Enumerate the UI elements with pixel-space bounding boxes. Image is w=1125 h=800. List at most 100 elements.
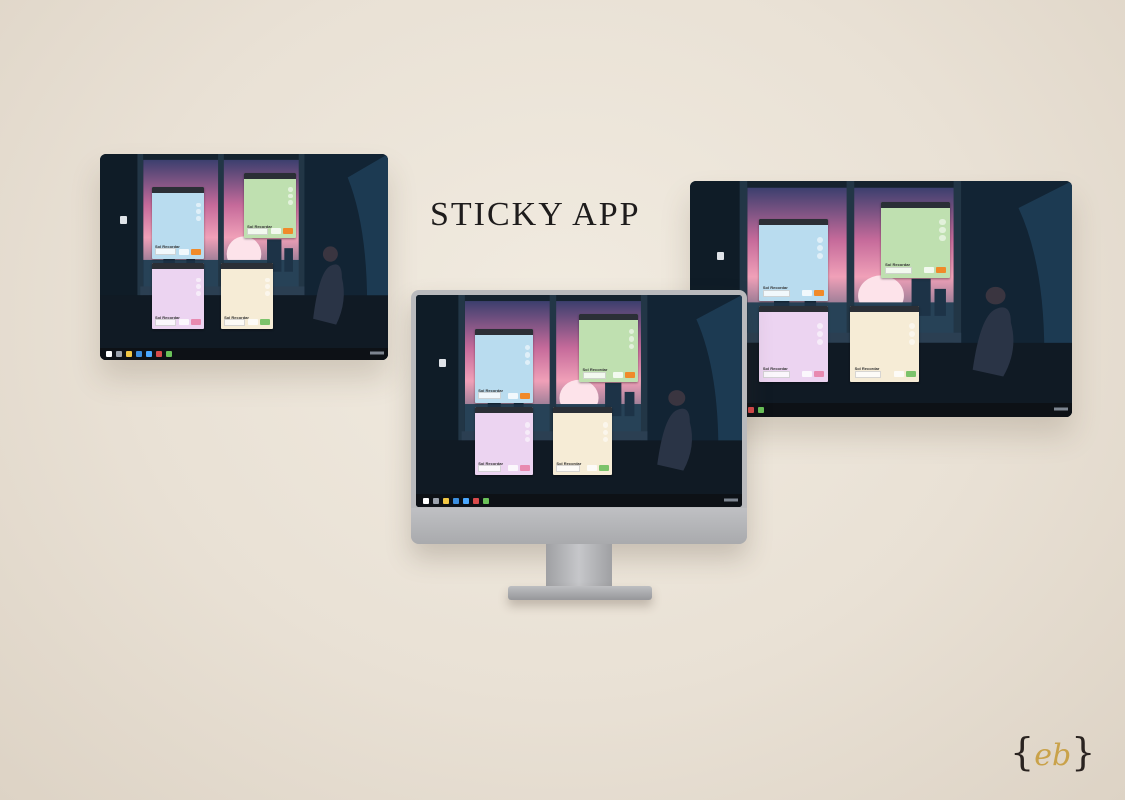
reminder-date-field[interactable] bbox=[478, 464, 502, 472]
reminder-date-field[interactable] bbox=[247, 228, 268, 236]
save-note-button[interactable] bbox=[936, 267, 947, 274]
color-picker[interactable] bbox=[817, 322, 824, 348]
color-swatch[interactable] bbox=[195, 277, 201, 283]
options-button[interactable] bbox=[508, 392, 519, 399]
save-note-button[interactable] bbox=[260, 319, 271, 326]
color-picker[interactable] bbox=[628, 329, 635, 351]
options-button[interactable] bbox=[586, 465, 597, 472]
color-picker[interactable] bbox=[195, 202, 201, 223]
color-swatch[interactable] bbox=[288, 200, 293, 205]
sticky-note[interactable]: Sol Recordar bbox=[881, 202, 950, 278]
sticky-note-titlebar[interactable] bbox=[474, 407, 534, 414]
sticky-note[interactable]: Sol Recordar bbox=[474, 407, 534, 476]
sticky-note-titlebar[interactable] bbox=[758, 218, 828, 225]
mail-icon[interactable] bbox=[462, 497, 469, 504]
options-button[interactable] bbox=[179, 248, 190, 255]
sticky-note[interactable]: Sol Recordar bbox=[474, 328, 534, 404]
sticky-note-titlebar[interactable] bbox=[552, 407, 612, 414]
color-swatch[interactable] bbox=[195, 209, 201, 215]
color-swatch[interactable] bbox=[628, 329, 635, 335]
color-swatch[interactable] bbox=[524, 359, 530, 366]
browser-icon[interactable] bbox=[135, 350, 142, 357]
color-swatch[interactable] bbox=[628, 336, 635, 342]
color-picker[interactable] bbox=[524, 422, 530, 444]
sticky-note[interactable]: Sol Recordar bbox=[552, 407, 612, 476]
color-picker[interactable] bbox=[195, 277, 201, 298]
search-icon[interactable] bbox=[115, 350, 122, 357]
save-note-button[interactable] bbox=[520, 465, 531, 472]
options-button[interactable] bbox=[802, 290, 813, 297]
recycle-bin-icon[interactable] bbox=[438, 358, 446, 367]
start-icon[interactable] bbox=[105, 350, 112, 357]
color-swatch[interactable] bbox=[817, 236, 824, 244]
reminder-date-field[interactable] bbox=[762, 370, 790, 378]
options-button[interactable] bbox=[179, 319, 190, 326]
color-swatch[interactable] bbox=[908, 322, 916, 329]
sticky-note[interactable]: Sol Recordar bbox=[758, 218, 828, 302]
color-swatch[interactable] bbox=[288, 187, 293, 192]
recycle-bin-icon[interactable] bbox=[716, 251, 724, 260]
color-picker[interactable] bbox=[524, 345, 530, 367]
options-button[interactable] bbox=[893, 371, 904, 378]
color-swatch[interactable] bbox=[288, 193, 293, 199]
reminder-date-field[interactable] bbox=[478, 392, 502, 400]
start-icon[interactable] bbox=[422, 497, 429, 504]
sticky-note-titlebar[interactable] bbox=[850, 306, 920, 313]
reminder-date-field[interactable] bbox=[582, 371, 606, 379]
color-swatch[interactable] bbox=[628, 343, 635, 349]
sticky-note[interactable]: Sol Recordar bbox=[244, 172, 296, 239]
sticky-app-icon[interactable] bbox=[165, 350, 172, 357]
folder-icon[interactable] bbox=[442, 497, 449, 504]
color-picker[interactable] bbox=[602, 422, 609, 444]
reminder-date-field[interactable] bbox=[154, 248, 176, 256]
color-swatch[interactable] bbox=[939, 227, 946, 234]
system-tray[interactable] bbox=[724, 498, 738, 503]
save-note-button[interactable] bbox=[283, 228, 294, 235]
reminder-date-field[interactable] bbox=[762, 290, 790, 298]
mail-icon[interactable] bbox=[145, 350, 152, 357]
options-button[interactable] bbox=[612, 371, 623, 378]
color-swatch[interactable] bbox=[265, 277, 270, 283]
save-note-button[interactable] bbox=[624, 371, 635, 378]
save-note-button[interactable] bbox=[905, 371, 916, 378]
color-swatch[interactable] bbox=[265, 284, 270, 289]
color-swatch[interactable] bbox=[524, 429, 530, 435]
sticky-note-titlebar[interactable] bbox=[244, 172, 296, 179]
sticky-note-titlebar[interactable] bbox=[151, 186, 204, 193]
color-swatch[interactable] bbox=[939, 218, 946, 226]
sticky-note[interactable]: Sol Recordar bbox=[579, 314, 638, 382]
sticky-note-titlebar[interactable] bbox=[474, 328, 534, 335]
reminder-date-field[interactable] bbox=[885, 266, 912, 274]
color-picker[interactable] bbox=[288, 187, 293, 207]
sticky-note-titlebar[interactable] bbox=[220, 263, 273, 270]
options-button[interactable] bbox=[508, 465, 519, 472]
sticky-note[interactable]: Sol Recordar bbox=[850, 306, 920, 382]
color-swatch[interactable] bbox=[195, 284, 201, 289]
save-note-button[interactable] bbox=[814, 371, 825, 378]
sticky-note[interactable]: Sol Recordar bbox=[151, 186, 204, 260]
color-swatch[interactable] bbox=[524, 345, 530, 351]
save-note-button[interactable] bbox=[191, 248, 202, 255]
sticky-note-titlebar[interactable] bbox=[151, 263, 204, 270]
sticky-note[interactable]: Sol Recordar bbox=[151, 263, 204, 330]
color-swatch[interactable] bbox=[524, 422, 530, 428]
color-picker[interactable] bbox=[817, 236, 824, 262]
sticky-app-icon[interactable] bbox=[482, 497, 489, 504]
system-tray[interactable] bbox=[1054, 407, 1068, 412]
save-note-button[interactable] bbox=[814, 290, 825, 297]
system-tray[interactable] bbox=[370, 351, 384, 356]
color-picker[interactable] bbox=[265, 277, 270, 298]
options-button[interactable] bbox=[248, 319, 259, 326]
color-swatch[interactable] bbox=[602, 429, 609, 435]
store-icon[interactable] bbox=[155, 350, 162, 357]
color-swatch[interactable] bbox=[817, 253, 824, 260]
sticky-note-titlebar[interactable] bbox=[881, 202, 950, 209]
reminder-date-field[interactable] bbox=[556, 464, 580, 472]
save-note-button[interactable] bbox=[520, 392, 531, 399]
color-swatch[interactable] bbox=[195, 216, 201, 221]
color-swatch[interactable] bbox=[908, 330, 916, 338]
folder-icon[interactable] bbox=[125, 350, 132, 357]
reminder-date-field[interactable] bbox=[854, 370, 882, 378]
color-swatch[interactable] bbox=[939, 235, 946, 242]
recycle-bin-icon[interactable] bbox=[120, 215, 128, 224]
